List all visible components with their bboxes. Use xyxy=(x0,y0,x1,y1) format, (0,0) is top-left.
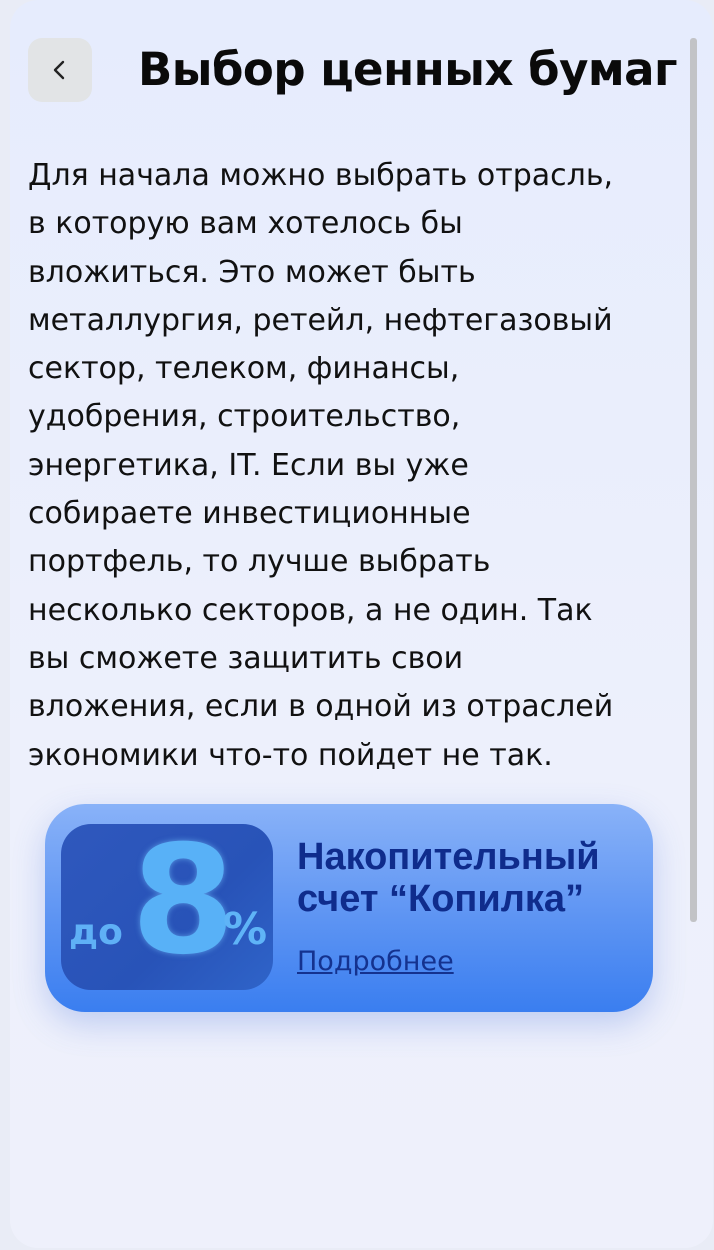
chevron-left-icon xyxy=(53,60,65,80)
article-text: Для начала можно выбрать отрасль, в кото… xyxy=(28,158,614,773)
screen-panel: Выбор ценных бумаг Для начала можно выбр… xyxy=(10,0,713,1248)
scrollbar[interactable] xyxy=(690,38,697,922)
promo-badge: до 8 % xyxy=(61,824,273,990)
badge-number: 8 xyxy=(131,824,236,988)
promo-banner[interactable]: до 8 % Накопительный счет “Копилка” Подр… xyxy=(45,804,653,1012)
page-title: Выбор ценных бумаг xyxy=(138,43,678,96)
promo-title: Накопительный счет “Копилка” xyxy=(297,836,600,920)
badge-prefix: до xyxy=(69,912,123,953)
promo-details-link[interactable]: Подробнее xyxy=(297,944,454,980)
badge-percent: % xyxy=(223,904,268,955)
back-button[interactable] xyxy=(28,38,92,102)
